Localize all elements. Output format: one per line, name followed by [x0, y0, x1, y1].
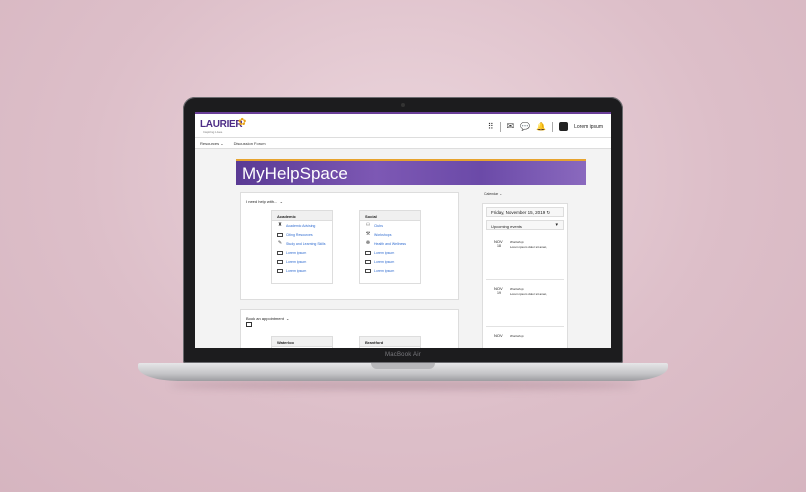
- divider: [499, 121, 501, 132]
- social-column: Social ⚇ Clubs ⚒ Workshops ☸ Health and Wel…: [359, 210, 421, 284]
- pencil-icon: ✎: [277, 240, 283, 246]
- book-icon: [277, 232, 283, 237]
- page-title: MyHelpSpace: [242, 164, 348, 183]
- upcoming-events-dropdown[interactable]: Upcoming events ▾: [486, 220, 564, 230]
- event-name: Workshop: [510, 334, 524, 338]
- mail-icon[interactable]: ✉: [507, 121, 515, 132]
- help-card: I need help with... ⌄ Academic ♜ Academic…: [240, 192, 459, 300]
- list-item[interactable]: ⚇ Clubs: [360, 221, 420, 230]
- logo-tagline: Inspiring Lives.: [203, 130, 224, 134]
- chevron-down-icon: ▾: [555, 222, 558, 228]
- chat-icon[interactable]: 💬: [520, 122, 530, 131]
- image-icon: [365, 259, 371, 264]
- event-item[interactable]: NOV 19 Workshop Lorem ipsum dolor sit am…: [486, 283, 564, 327]
- apps-grid-icon[interactable]: ⠿: [488, 122, 494, 131]
- image-icon: [277, 250, 283, 255]
- top-bar-icons: ⠿ ✉ 💬 🔔 Lorem ipsum: [488, 121, 603, 132]
- help-card-title[interactable]: I need help with... ⌄: [246, 199, 283, 204]
- academic-column: Academic ♜ Academic Advising Citing Resou…: [271, 210, 333, 284]
- nav-bar: Resources ⌄ Discussion Forum: [195, 138, 611, 149]
- appointment-card: Book an appointment ⌄ Waterloo Brantford: [240, 309, 459, 348]
- image-icon: [365, 250, 371, 255]
- event-month: NOV: [494, 333, 503, 338]
- list-item[interactable]: Lorem ipsum: [272, 257, 332, 266]
- image-icon: [277, 259, 283, 264]
- calendar-panel: Friday, November 15, 2019 ↻ Upcoming eve…: [482, 203, 568, 348]
- advisor-icon: ♜: [277, 222, 283, 228]
- event-name: Workshop: [510, 287, 524, 291]
- list-item[interactable]: ♜ Academic Advising: [272, 221, 332, 230]
- divider: [552, 121, 554, 132]
- user-name[interactable]: Lorem ipsum: [574, 124, 603, 130]
- academic-heading: Academic: [272, 211, 332, 221]
- calendar-label[interactable]: Calendar ⌄: [484, 192, 502, 196]
- list-item[interactable]: Lorem ipsum: [272, 266, 332, 275]
- top-bar: LAURIER ✿ Inspiring Lives. ⠿ ✉ 💬 🔔 Lorem…: [195, 112, 611, 138]
- list-item[interactable]: Citing Resources: [272, 230, 332, 239]
- laptop-base: [138, 363, 668, 381]
- calendar-widget: Calendar ⌄ Friday, November 15, 2019 ↻ U…: [482, 192, 568, 348]
- list-item[interactable]: Lorem ipsum: [360, 266, 420, 275]
- image-icon: [365, 268, 371, 273]
- wellness-icon: ☸: [365, 240, 371, 246]
- avatar[interactable]: [559, 122, 569, 131]
- laptop-lid: LAURIER ✿ Inspiring Lives. ⠿ ✉ 💬 🔔 Lorem…: [183, 97, 623, 363]
- list-item[interactable]: ⚒ Workshops: [360, 230, 420, 239]
- event-description: Lorem ipsum dolor sit amet,: [510, 245, 548, 249]
- event-day: 19: [497, 291, 501, 295]
- current-date[interactable]: Friday, November 15, 2019 ↻: [486, 207, 564, 217]
- device-brand: MacBook Air: [385, 352, 421, 358]
- people-icon: ⚇: [365, 222, 371, 228]
- list-item[interactable]: Lorem ipsum: [360, 248, 420, 257]
- event-name: Workshop: [510, 240, 524, 244]
- nav-item-discussion-forum[interactable]: Discussion Forum: [234, 141, 266, 146]
- laptop-shadow: [170, 380, 636, 390]
- list-item[interactable]: Lorem ipsum: [272, 248, 332, 257]
- camera: [401, 103, 405, 107]
- appointment-card-title[interactable]: Book an appointment ⌄: [246, 316, 289, 321]
- image-icon: [277, 268, 283, 273]
- location-heading: Waterloo: [272, 337, 332, 347]
- banner: MyHelpSpace: [236, 159, 586, 185]
- refresh-icon[interactable]: ↻: [546, 210, 550, 215]
- list-item[interactable]: ☸ Health and Wellness: [360, 239, 420, 248]
- location-brantford[interactable]: Brantford: [359, 336, 421, 348]
- hammer-icon: ⚒: [365, 231, 371, 237]
- location-heading: Brantford: [360, 337, 420, 347]
- maple-leaf-icon: ✿: [238, 117, 247, 128]
- list-item[interactable]: ✎ Study and Learning Skills: [272, 239, 332, 248]
- social-heading: Social: [360, 211, 420, 221]
- event-item[interactable]: NOV 18 Workshop Lorem ipsum dolor sit am…: [486, 236, 564, 280]
- laptop-notch: [371, 363, 435, 369]
- event-description: Lorem ipsum dolor sit amet,: [510, 292, 548, 296]
- list-item[interactable]: Lorem ipsum: [360, 257, 420, 266]
- logo[interactable]: LAURIER: [200, 119, 243, 130]
- calendar-icon: [246, 322, 252, 327]
- nav-item-resources[interactable]: Resources ⌄: [200, 141, 224, 146]
- event-item[interactable]: NOV Workshop: [486, 330, 564, 348]
- screen: LAURIER ✿ Inspiring Lives. ⠿ ✉ 💬 🔔 Lorem…: [195, 112, 611, 348]
- bell-icon[interactable]: 🔔: [536, 122, 546, 131]
- location-waterloo[interactable]: Waterloo: [271, 336, 333, 348]
- event-day: 18: [497, 244, 501, 248]
